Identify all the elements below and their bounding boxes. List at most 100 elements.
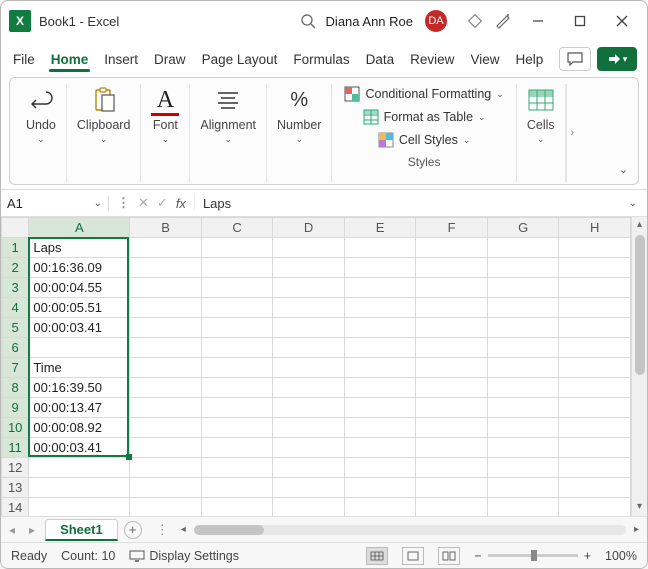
formula-input[interactable]: Laps — [195, 196, 619, 211]
scroll-left-icon[interactable]: ◂ — [177, 524, 190, 535]
cell[interactable] — [416, 438, 488, 458]
scroll-down-icon[interactable]: ▾ — [635, 499, 644, 514]
cell[interactable] — [487, 458, 559, 478]
cell[interactable] — [29, 338, 130, 358]
undo-button[interactable]: Undo ⌄ — [26, 84, 56, 145]
cell[interactable] — [487, 398, 559, 418]
row-header[interactable]: 3 — [2, 278, 29, 298]
cell[interactable]: 00:00:03.41 — [29, 438, 130, 458]
cell[interactable] — [487, 298, 559, 318]
cell[interactable] — [487, 338, 559, 358]
cell[interactable] — [201, 238, 273, 258]
zoom-slider[interactable]: − + — [474, 549, 591, 563]
column-header[interactable]: E — [344, 218, 416, 238]
cell[interactable] — [130, 358, 202, 378]
tab-home[interactable]: Home — [49, 48, 91, 71]
cell[interactable] — [559, 418, 631, 438]
cell[interactable] — [416, 458, 488, 478]
tab-help[interactable]: Help — [513, 48, 545, 71]
cell[interactable] — [344, 458, 416, 478]
tab-view[interactable]: View — [468, 48, 501, 71]
row-header[interactable]: 10 — [2, 418, 29, 438]
cell[interactable] — [29, 498, 130, 517]
cell[interactable]: 00:16:36.09 — [29, 258, 130, 278]
cell[interactable] — [416, 258, 488, 278]
close-button[interactable] — [605, 7, 639, 35]
tab-formulas[interactable]: Formulas — [291, 48, 351, 71]
cell[interactable] — [273, 378, 345, 398]
cell[interactable] — [559, 378, 631, 398]
fx-icon[interactable]: fx — [176, 196, 186, 211]
share-button[interactable]: ▾ — [597, 47, 637, 71]
cell[interactable] — [201, 498, 273, 517]
cell[interactable] — [487, 498, 559, 517]
cell[interactable] — [273, 498, 345, 517]
cell[interactable] — [416, 278, 488, 298]
cell[interactable] — [344, 378, 416, 398]
column-header[interactable]: D — [273, 218, 345, 238]
cell[interactable] — [559, 298, 631, 318]
cell[interactable] — [559, 398, 631, 418]
row-header[interactable]: 12 — [2, 458, 29, 478]
cell[interactable] — [201, 478, 273, 498]
sheet-tab[interactable]: Sheet1 — [45, 519, 118, 541]
cell[interactable] — [201, 298, 273, 318]
row-header[interactable]: 4 — [2, 298, 29, 318]
cells-button[interactable]: Cells ⌄ — [527, 84, 555, 145]
row-header[interactable]: 11 — [2, 438, 29, 458]
cell[interactable] — [559, 278, 631, 298]
cell[interactable] — [201, 378, 273, 398]
cell[interactable]: 00:16:39.50 — [29, 378, 130, 398]
cell[interactable] — [487, 278, 559, 298]
column-header[interactable]: H — [559, 218, 631, 238]
tab-data[interactable]: Data — [364, 48, 397, 71]
cell[interactable] — [416, 398, 488, 418]
cell[interactable] — [130, 378, 202, 398]
cell[interactable] — [559, 238, 631, 258]
cell[interactable] — [559, 358, 631, 378]
expand-formula-bar[interactable]: ⌄ — [619, 198, 647, 209]
cell[interactable]: 00:00:04.55 — [29, 278, 130, 298]
row-header[interactable]: 9 — [2, 398, 29, 418]
cell[interactable] — [273, 398, 345, 418]
cell[interactable] — [201, 358, 273, 378]
cell[interactable] — [273, 338, 345, 358]
row-header[interactable]: 13 — [2, 478, 29, 498]
alignment-button[interactable]: Alignment ⌄ — [200, 84, 256, 145]
cell[interactable] — [201, 438, 273, 458]
format-as-table-button[interactable]: Format as Table⌄ — [359, 107, 490, 127]
cell[interactable] — [130, 318, 202, 338]
conditional-formatting-button[interactable]: Conditional Formatting⌄ — [340, 84, 507, 104]
cell[interactable] — [559, 318, 631, 338]
cell[interactable] — [416, 498, 488, 517]
cell[interactable]: 00:00:05.51 — [29, 298, 130, 318]
tab-scroll-options[interactable]: ⋮ — [148, 522, 177, 538]
coming-soon-icon[interactable] — [493, 11, 513, 31]
zoom-out-button[interactable]: − — [474, 549, 481, 563]
cell[interactable] — [559, 258, 631, 278]
name-box[interactable]: A1 ⌄ — [1, 196, 109, 211]
prev-sheet-button[interactable]: ◂ — [5, 523, 19, 537]
cell[interactable] — [273, 458, 345, 478]
vertical-scrollbar[interactable]: ▴ ▾ — [631, 217, 647, 516]
minimize-button[interactable] — [521, 7, 555, 35]
cell[interactable] — [416, 338, 488, 358]
cell[interactable] — [130, 398, 202, 418]
cell[interactable] — [416, 318, 488, 338]
cell[interactable] — [344, 478, 416, 498]
cell[interactable] — [130, 238, 202, 258]
cell[interactable] — [273, 318, 345, 338]
cell[interactable] — [344, 418, 416, 438]
cell[interactable] — [344, 398, 416, 418]
cell[interactable] — [416, 418, 488, 438]
page-break-view-button[interactable] — [438, 547, 460, 565]
cell[interactable] — [29, 478, 130, 498]
cell[interactable]: 00:00:13.47 — [29, 398, 130, 418]
cell[interactable] — [487, 438, 559, 458]
tab-insert[interactable]: Insert — [102, 48, 140, 71]
tab-review[interactable]: Review — [408, 48, 456, 71]
cell[interactable] — [273, 278, 345, 298]
cell[interactable] — [273, 238, 345, 258]
maximize-button[interactable] — [563, 7, 597, 35]
cell[interactable] — [344, 258, 416, 278]
